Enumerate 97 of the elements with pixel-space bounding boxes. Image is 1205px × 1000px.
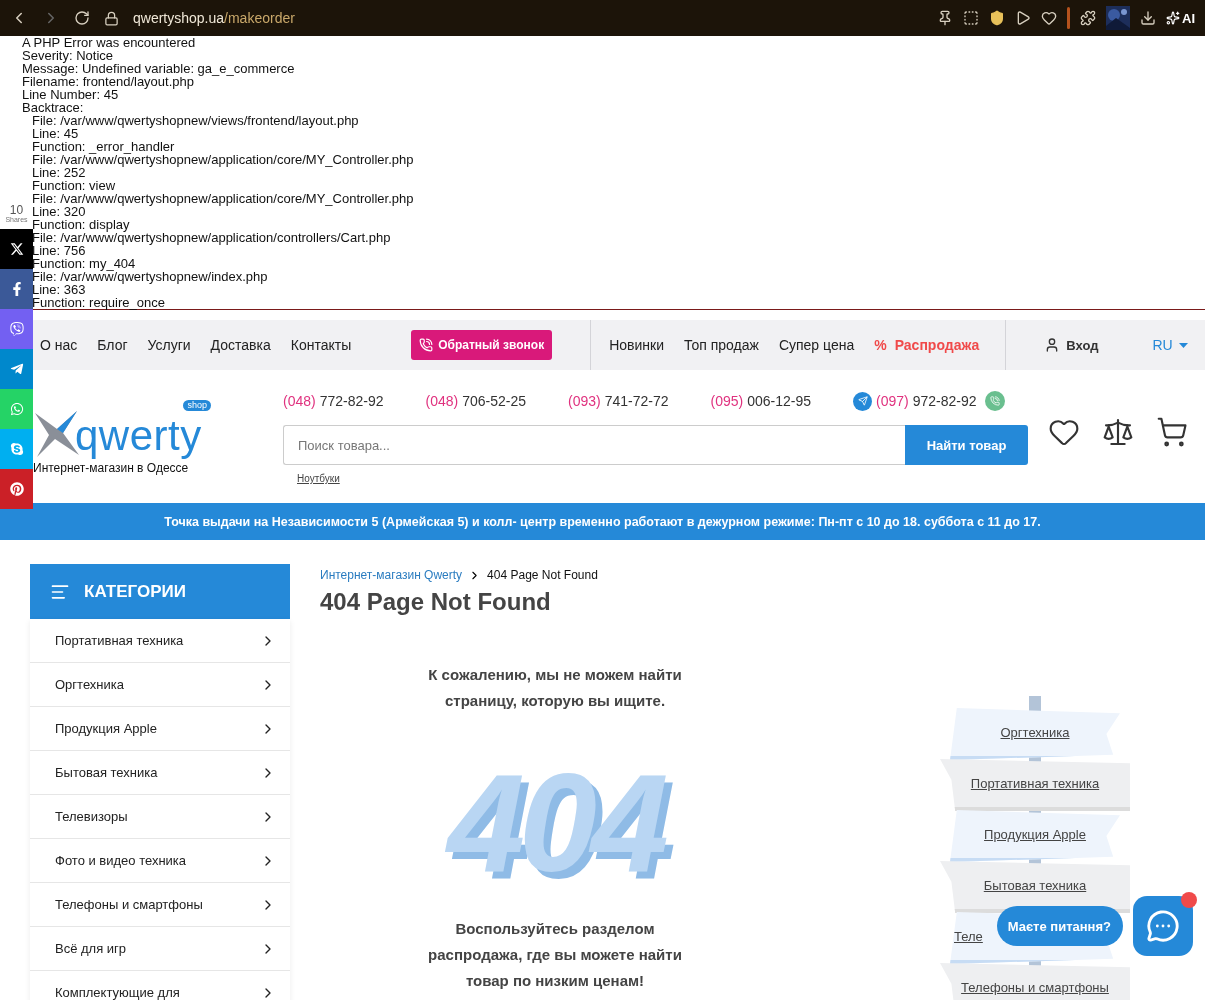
signpost-link[interactable]: Телефоны и смартфоны [961, 979, 1109, 995]
backtrace-text: Line: 320 [31, 205, 86, 218]
url-path[interactable]: /makeorder [224, 10, 295, 26]
nav-link[interactable]: Услуги [147, 337, 191, 353]
backtrace-text: Function: view [31, 179, 117, 192]
phone-icon [419, 338, 434, 352]
heart-icon[interactable] [1041, 10, 1057, 26]
telegram-icon [9, 362, 24, 376]
logo-badge: shop [183, 400, 211, 411]
extension-icon[interactable] [1080, 10, 1096, 26]
cart-icon[interactable] [1156, 416, 1188, 448]
chat-icon [1146, 909, 1180, 943]
category-item[interactable]: Телефоны и смартфоны [30, 883, 290, 927]
backtrace-text: File: /var/www/qwertyshopnew/index.php [31, 270, 269, 283]
error-message: К сожалению, мы не можем найти страницу, которую вы ищите. [427, 665, 683, 711]
category-item[interactable]: Всё для игр [30, 927, 290, 971]
shield-icon[interactable] [989, 10, 1005, 26]
category-item[interactable]: Фото и видео техника [30, 839, 290, 883]
error-text: A PHP Error was encountered [22, 36, 197, 49]
signpost-link[interactable]: Продукция Apple [984, 826, 1086, 842]
signpost-link[interactable]: Портативная техника [970, 775, 1100, 791]
search-button[interactable]: Найти товар [905, 425, 1028, 465]
phone-link[interactable]: (097) 972-82-92 [853, 391, 1005, 411]
notice-banner: Точка выдачи на Независимости 5 (Армейская 5) и колл- центр временно работают в дежурном режиме: Пн-пт с 10 до 18. суббота с 11 до 17. [0, 503, 1205, 540]
category-item[interactable]: Телевизоры [30, 795, 290, 839]
callback-button[interactable]: Обратный звонок [411, 330, 553, 360]
screenshot-icon[interactable] [963, 10, 979, 26]
whatsapp-icon [9, 402, 24, 416]
sale-hint: Воспользуйтесь разделом распродажа, где вы можете найти товар по низким ценам! [427, 919, 683, 991]
backtrace-text: Function: my_404 [31, 257, 136, 270]
signpost-link[interactable]: Бытовая техника [983, 877, 1087, 893]
breadcrumb-current: 404 Page Not Found [487, 568, 598, 582]
nav-link[interactable]: Супер цена [778, 337, 855, 353]
categories-title: КАТЕГОРИИ [84, 581, 186, 602]
lock-icon [104, 10, 119, 26]
category-item[interactable]: Портативная техника [30, 619, 290, 663]
phone-link[interactable]: (095) 006-12-95 [710, 393, 812, 409]
error-text: Backtrace: [22, 101, 85, 114]
x-icon [9, 242, 24, 256]
nav-link[interactable]: О нас [40, 337, 78, 353]
backtrace-text: Line: 363 [31, 283, 86, 296]
nav-link[interactable]: Контакты [290, 337, 352, 353]
telegram-share-button[interactable] [0, 349, 33, 389]
skype-icon [9, 442, 24, 456]
error-text: Filename: frontend/layout.php [22, 75, 195, 88]
login-link[interactable]: Вход [1044, 337, 1099, 353]
backtrace-text: Function: require_once [31, 296, 166, 309]
nav-link[interactable]: Топ продаж [684, 337, 759, 353]
backtrace-text: File: /var/www/qwertyshopnew/application/controllers/Cart.php [31, 231, 392, 244]
breadcrumb-link[interactable]: Интернет-магазин Qwerty [320, 568, 463, 582]
category-item[interactable]: Оргтехника [30, 663, 290, 707]
error-text: Message: Undefined variable: ga_e_commerce [22, 62, 296, 75]
telegram-icon [853, 391, 873, 411]
pinterest-share-button[interactable] [0, 469, 33, 509]
compare-icon[interactable] [1102, 416, 1134, 448]
category-item[interactable]: Бытовая техника [30, 751, 290, 795]
nav-link[interactable]: Блог [97, 337, 128, 353]
sparkle-icon [1166, 11, 1180, 25]
download-icon[interactable] [1140, 10, 1156, 26]
backtrace-text: Line: 252 [31, 166, 86, 179]
phone-link[interactable]: (093) 741-72-72 [568, 393, 669, 409]
facebook-share-button[interactable] [0, 269, 33, 309]
viber-share-button[interactable] [0, 309, 33, 349]
caret-icon [1178, 342, 1188, 348]
x-share-button[interactable] [0, 229, 33, 269]
chat-prompt: Маєте питання? [996, 906, 1123, 946]
category-item[interactable]: Продукция Apple [30, 707, 290, 751]
backtrace-text: File: /var/www/qwertyshopnew/application/core/MY_Controller.php [31, 192, 415, 205]
play-icon[interactable] [1015, 10, 1031, 26]
error-text: Severity: Notice [22, 49, 115, 62]
pin-icon[interactable] [937, 10, 953, 26]
signpost-link[interactable]: Теле [954, 928, 983, 944]
viber-icon [9, 322, 24, 336]
category-item[interactable]: Комплектующие для [30, 971, 290, 1000]
error-text: Line Number: 45 [22, 88, 119, 101]
url-host[interactable]: qwertyshop.ua [133, 10, 225, 26]
nav-link[interactable]: Новинки [609, 337, 664, 353]
phone-link[interactable]: (048) 706-52-25 [425, 393, 527, 409]
search-suggestion-link[interactable]: Ноутбуки [297, 473, 340, 484]
pinterest-icon [9, 482, 24, 496]
share-count: 10 [9, 203, 24, 216]
backtrace-text: Line: 45 [31, 127, 79, 140]
nav-link[interactable]: Доставка [210, 337, 271, 353]
backtrace-text: Function: _error_handler [31, 140, 175, 153]
page-title: 404 Page Not Found [320, 588, 552, 616]
backtrace-text: File: /var/www/qwertyshopnew/views/frontend/layout.php [31, 114, 360, 127]
ai-button[interactable]: AI [1166, 10, 1195, 26]
phone-link[interactable]: (048) 772-82-92 [283, 393, 384, 409]
percent-icon: % [874, 337, 887, 353]
logo-tagline: Интернет-магазин в Одессе [33, 461, 190, 475]
search-field[interactable]: Поиск товара... [283, 425, 905, 465]
backtrace-text: File: /var/www/qwertyshopnew/application/core/MY_Controller.php [31, 153, 415, 166]
signpost-link[interactable]: Оргтехника [1000, 724, 1070, 740]
viber-icon [984, 391, 1005, 411]
logo-text: qwerty [75, 413, 202, 459]
backtrace-text: Line: 756 [31, 244, 86, 257]
reload-icon[interactable] [74, 10, 90, 26]
